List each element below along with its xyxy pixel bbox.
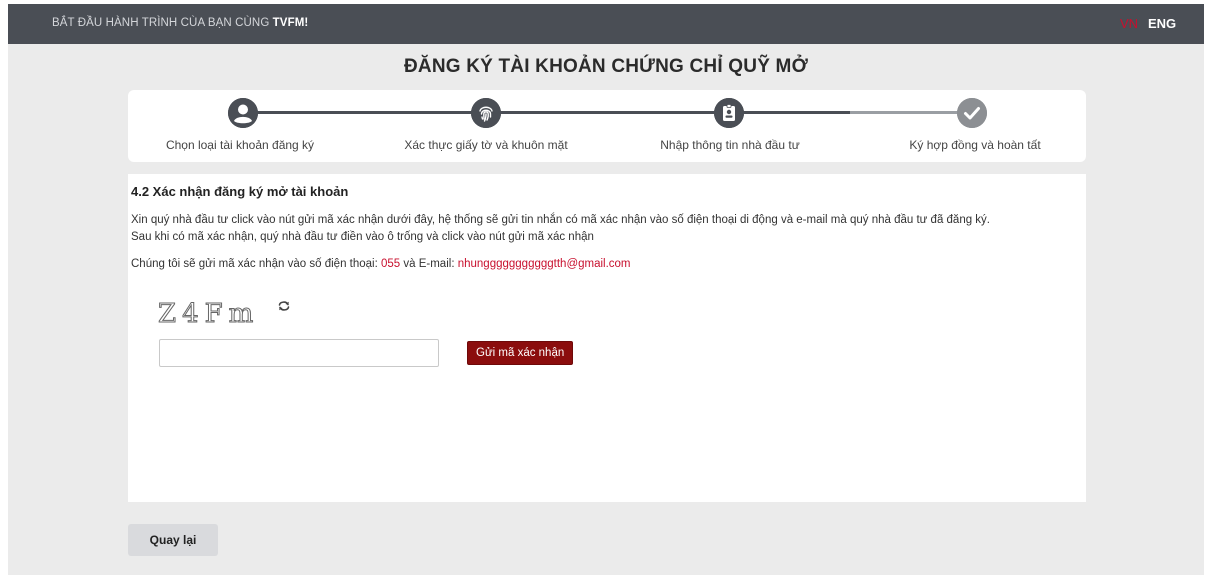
step-track-3 — [729, 111, 850, 114]
instruction-line-2: Sau khi có mã xác nhận, quý nhà đầu tư đ… — [131, 231, 594, 243]
confirmation-panel: 4.2 Xác nhận đăng ký mở tài khoản Xin qu… — [128, 174, 1086, 502]
email-address: nhungggggggggggtth@gmail.com — [457, 258, 631, 270]
step-label-4: Ký hợp đồng và hoàn tất — [909, 138, 1041, 152]
phone-number: 055 — [381, 258, 401, 270]
back-button[interactable]: Quay lại — [128, 524, 218, 556]
tagline-prefix: BẮT ĐẦU HÀNH TRÌNH CÙA BẠN CÙNG — [52, 17, 270, 29]
send-code-button[interactable]: Gửi mã xác nhận — [467, 341, 574, 365]
step-track-1 — [243, 111, 486, 114]
check-circle-icon — [957, 98, 987, 128]
step-label-2: Xác thực giấy tờ và khuôn mặt — [404, 138, 568, 152]
captcha-image: Z4Fm — [158, 299, 259, 327]
refresh-captcha-icon[interactable] — [276, 298, 292, 314]
step-label-3: Nhập thông tin nhà đầu tư — [660, 138, 800, 152]
confirmation-code-input[interactable] — [159, 339, 439, 367]
notice-prefix: Chúng tôi sẽ gửi mã xác nhận vào số điện… — [131, 258, 378, 270]
tagline-brand: TVFM! — [272, 17, 309, 29]
step-track-2 — [486, 111, 729, 114]
instruction-line-1: Xin quý nhà đầu tư click vào nút gửi mã … — [131, 214, 991, 226]
page-title: ĐĂNG KÝ TÀI KHOẢN CHỨNG CHỈ QUỸ MỞ — [404, 56, 808, 77]
language-en-link[interactable]: ENG — [1148, 16, 1176, 31]
section-title: 4.2 Xác nhận đăng ký mở tài khoản — [131, 184, 349, 199]
top-bar: BẮT ĐẦU HÀNH TRÌNH CÙA BẠN CÙNG TVFM! VN… — [8, 4, 1204, 44]
notice-mid: và E-mail: — [403, 258, 455, 270]
registration-stepper: Chọn loại tài khoản đăng ký Xác thực giấ… — [128, 90, 1086, 162]
language-vn-link[interactable]: VN — [1120, 16, 1138, 31]
tagline: BẮT ĐẦU HÀNH TRÌNH CÙA BẠN CÙNG TVFM! — [52, 17, 308, 29]
captcha-text: Z4Fm — [158, 299, 259, 326]
notice-line: Chúng tôi sẽ gửi mã xác nhận vào số điện… — [131, 256, 1081, 273]
step-label-1: Chọn loại tài khoản đăng ký — [165, 138, 315, 152]
app-frame: BẮT ĐẦU HÀNH TRÌNH CÙA BẠN CÙNG TVFM! VN… — [8, 4, 1204, 575]
step-track-4 — [850, 111, 972, 114]
id-badge-icon — [714, 98, 744, 128]
user-circle-icon — [228, 98, 258, 128]
fingerprint-icon — [471, 98, 501, 128]
